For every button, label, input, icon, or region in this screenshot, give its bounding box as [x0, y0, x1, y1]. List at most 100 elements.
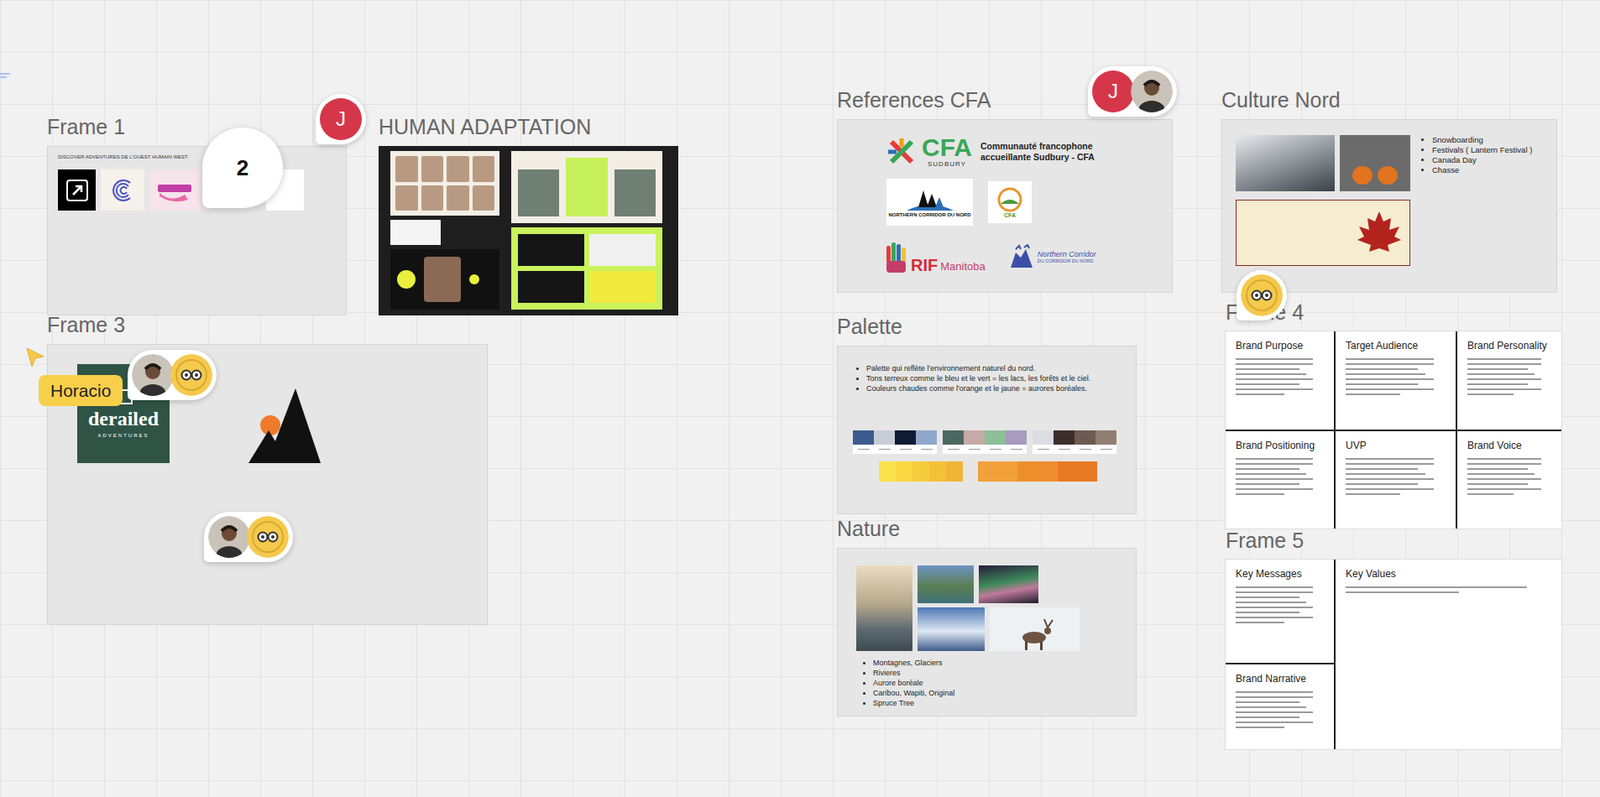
- label-line: [899, 449, 912, 450]
- frame-body[interactable]: Palette qui reflète l'environnement natu…: [836, 345, 1137, 515]
- warm-swatch-row: [852, 461, 1121, 482]
- rif-region: Manitoba: [940, 259, 985, 275]
- frame-body[interactable]: SnowboardingFestivals ( Lantern Festival…: [1221, 119, 1558, 293]
- placeholder-lines: [1235, 691, 1324, 729]
- brand-cell[interactable]: Brand Narrative: [1225, 664, 1334, 750]
- brand-grid[interactable]: Brand Purpose Target Audience Brand Pers…: [1225, 331, 1562, 529]
- corridor-logo[interactable]: NORTHERN CORRIDOR DU NORD: [886, 178, 973, 226]
- presence-avatars[interactable]: [1236, 270, 1287, 321]
- corridor-logo[interactable]: Northern Corridor DU CORRIDOR DU NORD: [1009, 244, 1097, 270]
- frame[interactable]: Frame 1 DISCOVER ADVENTURES DE L'OUEST H…: [47, 114, 347, 316]
- brand-cell[interactable]: Brand Positioning: [1225, 431, 1334, 530]
- label-line: [878, 449, 891, 450]
- frame-body[interactable]: Montagnes, GlaciersRivieresAurore boréal…: [836, 548, 1137, 717]
- rif-logo[interactable]: RIF Manitoba: [881, 235, 989, 278]
- color-swatch[interactable]: [915, 430, 937, 455]
- placeholder-lines: [1235, 586, 1324, 624]
- color-swatch[interactable]: [873, 430, 895, 455]
- placeholder-line: [1235, 488, 1313, 491]
- brand-cell[interactable]: Key Values: [1335, 559, 1562, 750]
- frame[interactable]: Palette Palette qui reflète l'environnem…: [836, 313, 1137, 515]
- user-photo-icon[interactable]: [208, 516, 251, 559]
- frame[interactable]: Nature Montagnes, GlaciersRivieresAurore…: [836, 516, 1137, 717]
- brand-cell[interactable]: Key Messages: [1225, 559, 1334, 664]
- aurora-photo[interactable]: [978, 565, 1039, 604]
- presence-avatars[interactable]: J: [1087, 66, 1177, 117]
- frame-body[interactable]: DISCOVER ADVENTURES DE L'OUEST HUMAIN WE…: [47, 146, 347, 316]
- cell-label: Brand Personality: [1467, 339, 1552, 353]
- frame[interactable]: Culture Nord SnowboardingFestivals ( Lan…: [1221, 87, 1558, 293]
- color-swatch[interactable]: [942, 430, 964, 455]
- canada-day-image[interactable]: [1235, 199, 1411, 267]
- user-photo-icon[interactable]: [1130, 70, 1173, 113]
- logo-tile[interactable]: [57, 169, 96, 211]
- brand-cell[interactable]: Brand Personality: [1457, 331, 1562, 430]
- placeholder-line: [1235, 493, 1285, 496]
- placeholder-line: [1235, 473, 1307, 476]
- beach-photo[interactable]: [856, 565, 913, 652]
- cfa-badge-logo[interactable]: CFA: [988, 181, 1032, 224]
- placeholder-line: [1345, 458, 1434, 461]
- logo-tile[interactable]: [100, 169, 145, 211]
- cfa-logo[interactable]: CFA SUDBURY Communauté francophone accue…: [886, 131, 1172, 173]
- frame-title: Frame 1: [47, 114, 347, 140]
- placeholder-line: [1467, 488, 1542, 491]
- gradient-strip[interactable]: [977, 461, 1098, 482]
- brand-cell[interactable]: Brand Voice: [1457, 431, 1562, 530]
- user-photo-icon[interactable]: [131, 354, 174, 397]
- presence-avatars[interactable]: J: [315, 94, 367, 145]
- color-shade: [1017, 461, 1057, 482]
- frame[interactable]: HUMAN ADAPTATION: [378, 114, 679, 316]
- logo-row: NORTHERN CORRIDOR DU NORD CFA: [886, 178, 1172, 226]
- swatch-color: [963, 430, 985, 445]
- color-swatch[interactable]: [852, 430, 874, 455]
- frame[interactable]: Frame 4 Brand Purpose Target Audience Br…: [1225, 299, 1562, 529]
- team-logo-icon[interactable]: [1240, 274, 1283, 317]
- color-swatch[interactable]: [984, 430, 1006, 455]
- user-avatar[interactable]: J: [319, 98, 362, 141]
- color-swatch[interactable]: [963, 430, 985, 455]
- color-swatch[interactable]: [1053, 430, 1075, 455]
- pink-logo-icon: [154, 177, 197, 204]
- placeholder-line: [1235, 383, 1300, 386]
- presence-avatars[interactable]: [127, 350, 217, 401]
- lake-photo[interactable]: [917, 565, 974, 604]
- frame[interactable]: Frame 5 Key Messages Key Values Brand Na…: [1225, 528, 1562, 750]
- frame-body[interactable]: CFA SUDBURY Communauté francophone accue…: [836, 119, 1173, 293]
- whiteboard-canvas[interactable]: Frame 1 DISCOVER ADVENTURES DE L'OUEST H…: [0, 0, 1600, 797]
- placeholder-line: [1467, 393, 1514, 396]
- brand-grid[interactable]: Key Messages Key Values Brand Narrative: [1225, 559, 1562, 750]
- color-swatch[interactable]: [1005, 430, 1027, 455]
- placeholder-line: [1235, 726, 1285, 729]
- placeholder-line: [1467, 388, 1542, 391]
- mountain-logo-icon[interactable]: [248, 388, 321, 464]
- brand-cell[interactable]: Brand Purpose: [1225, 331, 1334, 430]
- color-shade: [878, 461, 896, 482]
- moodboard-image[interactable]: [378, 146, 679, 316]
- swatch-label: [1095, 444, 1117, 455]
- frame[interactable]: Frame 3 derailed ADVENTURES: [47, 312, 488, 626]
- placeholder-line: [1467, 383, 1528, 386]
- brand-cell[interactable]: Target Audience: [1335, 331, 1456, 430]
- color-swatch[interactable]: [1032, 430, 1054, 455]
- placeholder-line: [1235, 596, 1300, 599]
- frame[interactable]: References CFA CFA SUDBURY Communauté fr…: [836, 87, 1173, 293]
- pumpkin-photo[interactable]: [1339, 135, 1411, 192]
- snowmobile-photo[interactable]: [1235, 135, 1335, 192]
- color-swatch[interactable]: [1095, 430, 1117, 455]
- swatch-label: [1005, 444, 1027, 455]
- logo-tile[interactable]: [149, 169, 201, 211]
- moodboard-tile: [390, 151, 500, 216]
- team-logo-icon[interactable]: [170, 354, 213, 397]
- team-logo-icon[interactable]: [246, 516, 289, 559]
- gradient-strip[interactable]: [878, 461, 963, 482]
- color-swatch[interactable]: [1074, 430, 1096, 455]
- brand-cell[interactable]: UVP: [1335, 431, 1456, 530]
- reindeer-photo[interactable]: [989, 607, 1080, 652]
- color-shade: [977, 461, 1018, 482]
- color-swatch[interactable]: [894, 430, 916, 455]
- comment-pin[interactable]: 2: [202, 127, 283, 209]
- glacier-photo[interactable]: [917, 607, 985, 652]
- presence-avatars[interactable]: [203, 512, 293, 563]
- user-avatar[interactable]: J: [1092, 70, 1135, 113]
